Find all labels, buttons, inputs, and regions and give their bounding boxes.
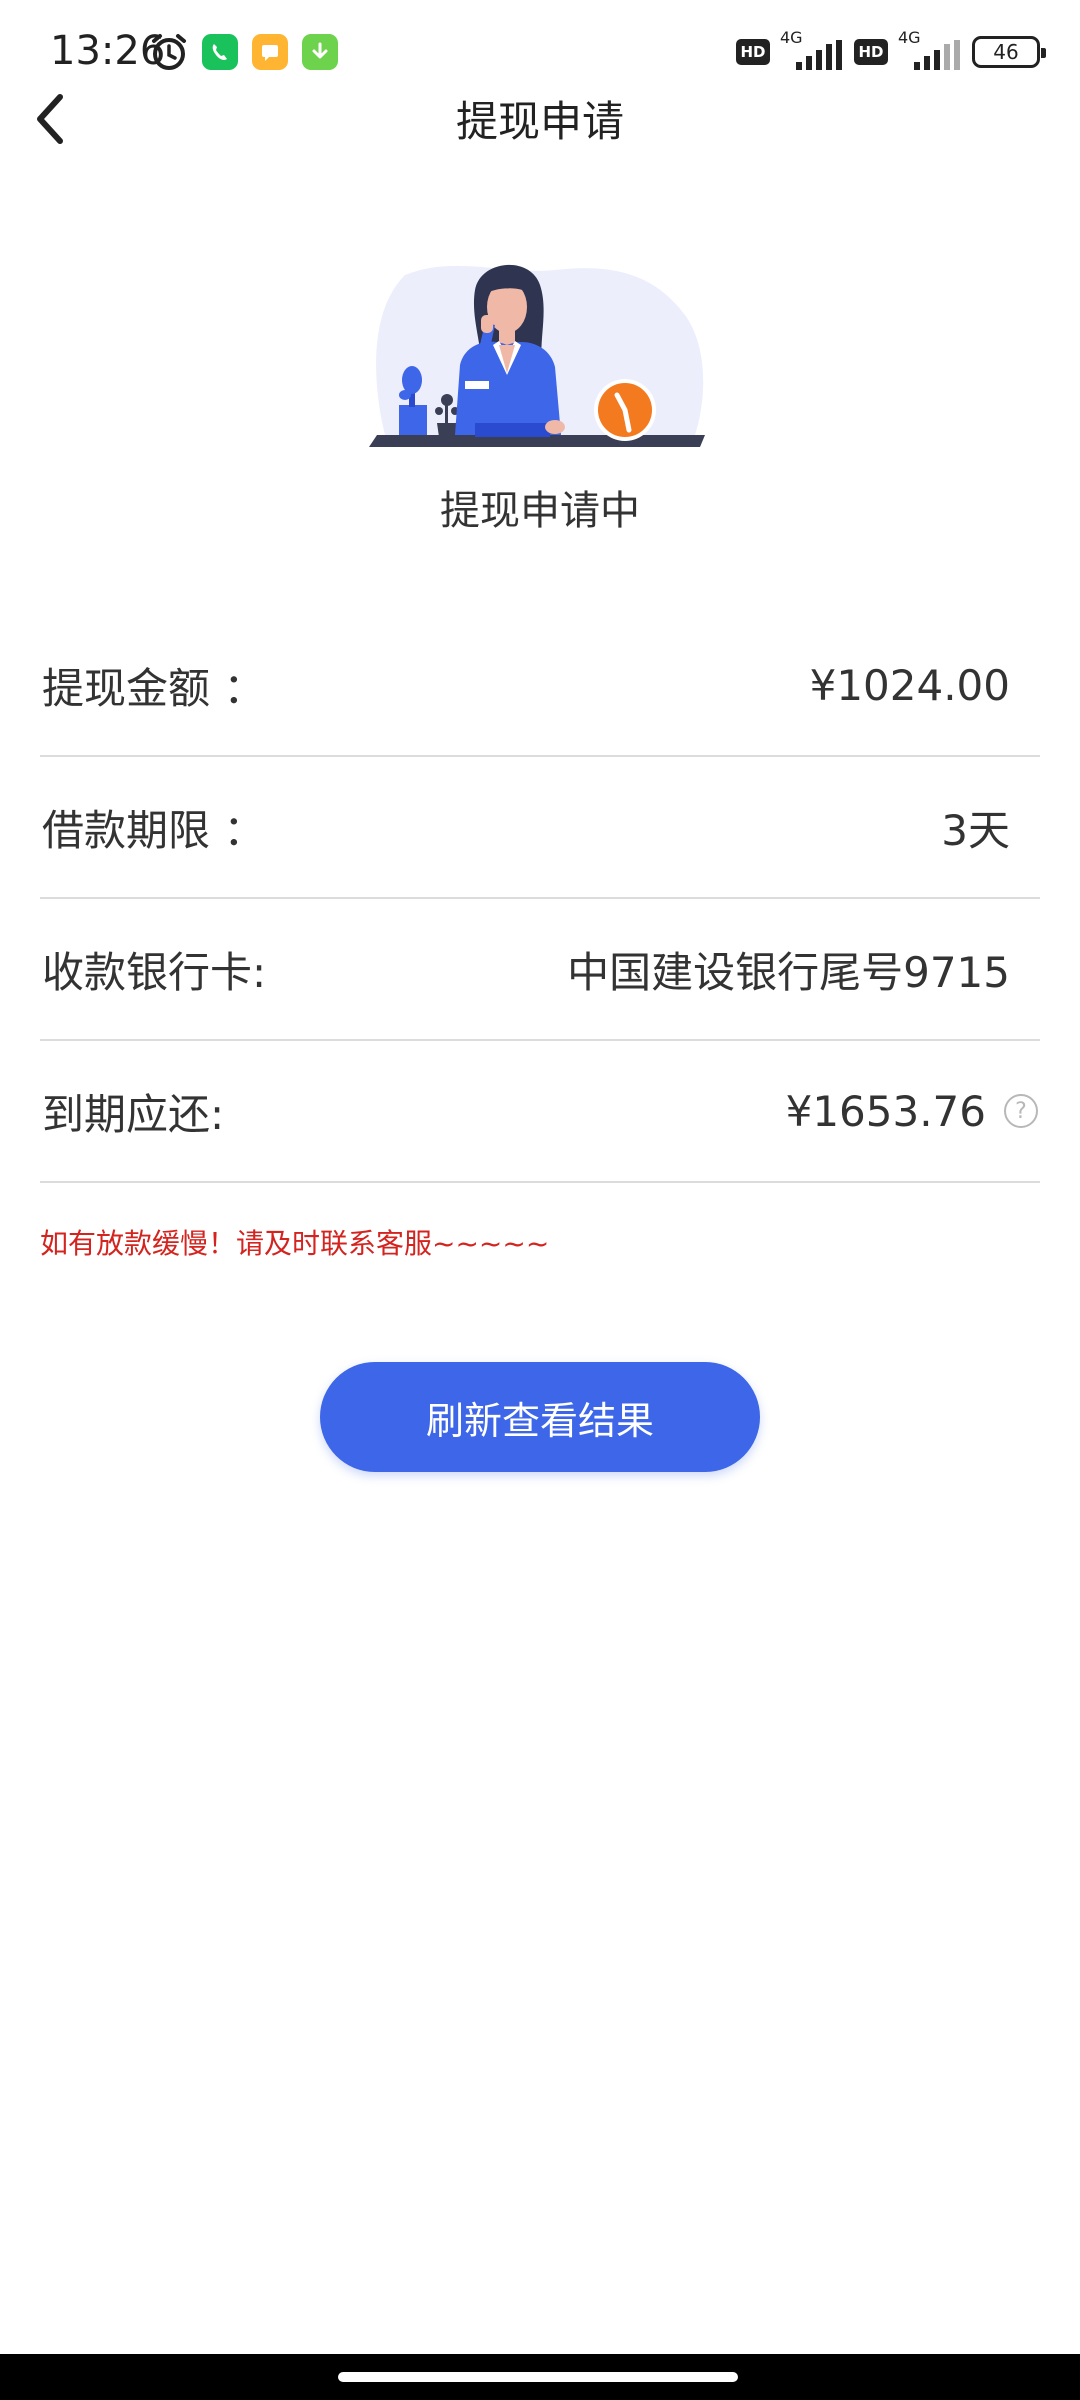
home-indicator[interactable] (338, 2372, 738, 2382)
download-app-icon (302, 34, 338, 70)
info-row-amount: 提现金额 ： ¥1024.00 (40, 615, 1040, 757)
term-label: 借款期限 ： (42, 805, 266, 855)
due-amount-label: 到期应还: (42, 1089, 225, 1139)
battery-level: 46 (993, 40, 1019, 64)
due-amount-value: ¥1653.76 (785, 1086, 986, 1136)
hd-badge: HD (854, 39, 888, 65)
refresh-result-button[interactable]: 刷新查看结果 (320, 1362, 760, 1472)
amount-value: ¥1024.00 (809, 660, 1010, 710)
bank-card-label: 收款银行卡: (42, 947, 267, 997)
info-row-term: 借款期限 ： 3天 (40, 757, 1040, 899)
battery-icon: 46 (972, 36, 1046, 68)
help-icon[interactable]: ? (1004, 1094, 1038, 1128)
term-value: 3天 (941, 805, 1010, 855)
signal-icon: 4G (898, 28, 962, 74)
phone-app-icon (202, 34, 238, 70)
alarm-icon (148, 31, 190, 77)
info-row-bank-card: 收款银行卡: 中国建设银行尾号9715 (40, 899, 1040, 1041)
withdrawal-info-list: 提现金额 ： ¥1024.00 借款期限 ： 3天 收款银行卡: 中国建设银行尾… (40, 615, 1040, 1183)
message-app-icon (252, 34, 288, 70)
due-amount-value-group: ¥1653.76 ? (786, 1087, 1040, 1136)
page-title: 提现申请 (455, 97, 624, 146)
info-row-due-amount: 到期应还: ¥1653.76 ? (40, 1041, 1040, 1183)
signal-icon: 4G (780, 28, 844, 74)
system-icons: HD 4G HD 4G 46 (736, 28, 1046, 74)
waiting-illustration (365, 255, 715, 455)
bank-card-value: 中国建设银行尾号9715 (567, 947, 1010, 997)
hd-badge: HD (736, 39, 770, 65)
withdrawal-application-page: 13:26 HD 4G HD 4G 46 提现申请 提现申请中 提现金额 ： ¥… (0, 0, 1080, 2400)
contact-notice: 如有放款缓慢！请及时联系客服~~~~~ (40, 1227, 550, 1260)
status-bar: 13:26 HD 4G HD 4G 46 (0, 0, 1080, 100)
amount-label: 提现金额 ： (42, 663, 266, 713)
gesture-bar (0, 2354, 1080, 2400)
status-heading: 提现申请中 (440, 488, 640, 534)
